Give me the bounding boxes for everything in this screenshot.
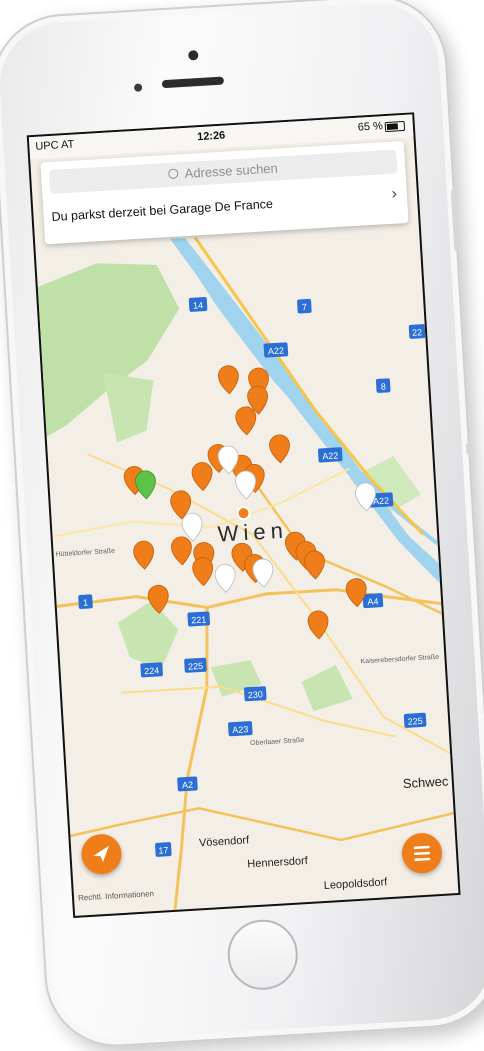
shield-label: 230 [248, 689, 264, 700]
locate-button[interactable] [80, 833, 123, 876]
route-shield: 224 [140, 662, 163, 678]
shield-label: 224 [144, 665, 160, 676]
shield-label: 1 [83, 598, 89, 608]
route-shield: A2 [177, 776, 198, 792]
route-shield: 22 [408, 324, 426, 339]
phone-frame: 14 7 A22 8 22 A22 A22 A4 221 224 225 230… [0, 0, 484, 1051]
shield-label: 225 [407, 716, 423, 727]
park-area [102, 373, 154, 443]
parking-pin [123, 365, 367, 640]
menu-button[interactable] [400, 831, 444, 875]
shield-label: 22 [412, 327, 423, 338]
place-label: Schwec [402, 773, 449, 791]
shield-label: A22 [268, 345, 285, 356]
route-shield: 14 [188, 297, 208, 312]
road-label: Kaiserebersdorfer Straße [360, 654, 439, 666]
shield-label: 17 [158, 845, 169, 856]
shield-label: 221 [191, 615, 207, 626]
location-arrow-icon [93, 845, 110, 863]
shield-label: 7 [302, 302, 308, 312]
route-shield: A23 [228, 721, 253, 737]
park-area [301, 664, 353, 712]
route-shield: 221 [187, 611, 211, 627]
shield-label: 8 [380, 381, 386, 391]
park-area [117, 600, 179, 671]
route-shield: 225 [184, 657, 207, 673]
route-shield: A22 [263, 342, 289, 358]
parking-pin-current [135, 470, 156, 500]
shield-label: 225 [188, 661, 204, 672]
motorway [70, 807, 454, 842]
clock: 12:26 [196, 129, 226, 144]
shield-label: 14 [193, 300, 204, 311]
route-shield: 8 [375, 378, 391, 393]
route-shield: A22 [317, 447, 343, 463]
place-label: Hennersdorf [247, 855, 309, 871]
battery-icon [384, 120, 406, 133]
hamburger-menu-icon [413, 845, 431, 862]
app-screen: 14 7 A22 8 22 A22 A22 A4 221 224 225 230… [26, 112, 461, 918]
current-parking-row[interactable]: Du parkst derzeit bei Garage De France [51, 197, 273, 224]
place-label: Vösendorf [199, 834, 251, 849]
home-button[interactable] [225, 917, 300, 992]
battery-percent: 65 % [357, 120, 384, 134]
route-shield: A4 [362, 593, 384, 609]
front-camera [188, 50, 199, 61]
shield-label: A4 [367, 596, 379, 607]
route-shield: 7 [297, 298, 312, 314]
shield-label: A23 [232, 724, 249, 735]
shield-label: A2 [182, 780, 194, 791]
road-label: Oberlaaer Straße [250, 737, 305, 747]
earpiece-speaker [161, 76, 225, 89]
power-button [450, 188, 460, 252]
proximity-sensor [133, 83, 143, 92]
search-placeholder: Adresse suchen [184, 160, 279, 182]
city-label: Wien [217, 518, 288, 547]
search-icon [168, 168, 179, 179]
route-shield: 225 [403, 712, 427, 728]
road-label: Hütteldorfer Straße [55, 548, 115, 559]
shield-label: A22 [322, 450, 339, 461]
carrier-label: UPC AT [35, 138, 75, 153]
route-shield: 1 [78, 594, 93, 609]
user-location-dot [236, 506, 251, 521]
volume-button [465, 442, 472, 455]
chevron-right-icon[interactable]: › [391, 185, 397, 203]
route-shield: 230 [243, 686, 267, 702]
route-shield: 17 [155, 842, 172, 857]
place-label: Leopoldsdorf [323, 876, 388, 892]
